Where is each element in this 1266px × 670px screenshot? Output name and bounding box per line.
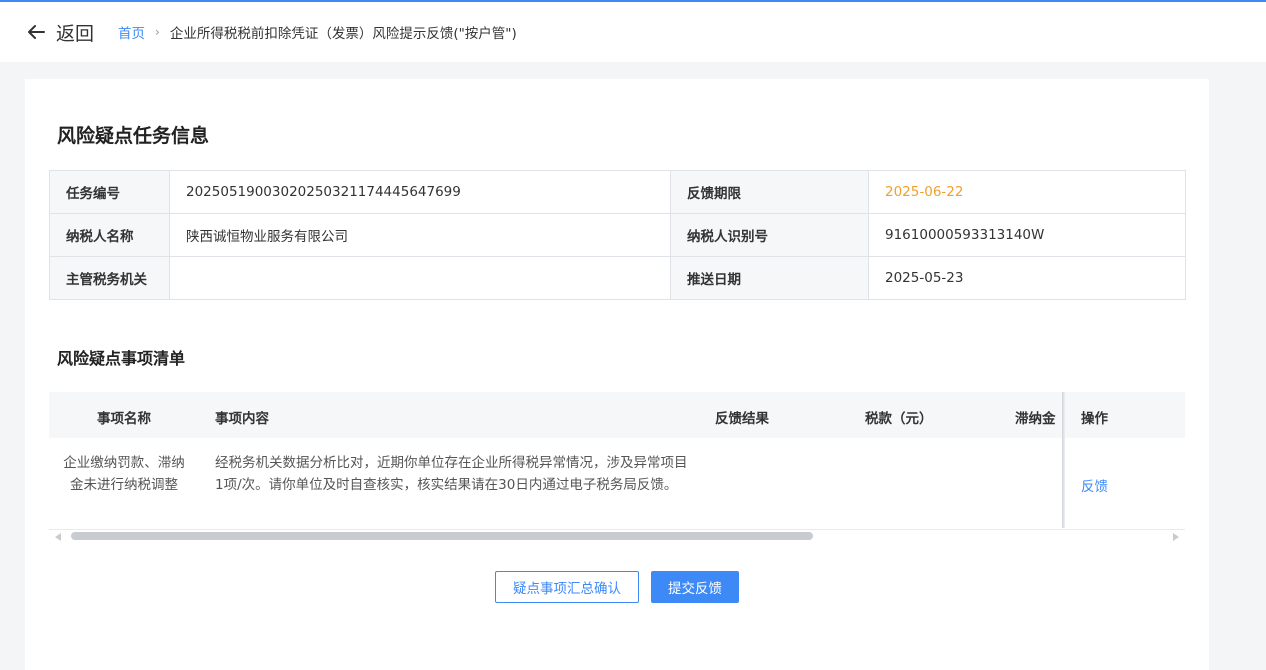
back-button[interactable]: 返回 (26, 19, 94, 46)
taxpayer-name-label: 纳税人名称 (49, 213, 170, 257)
arrow-left-icon (28, 25, 45, 39)
column-header-late-fee: 滞纳金 (1015, 411, 1056, 427)
scrollbar-thumb[interactable] (71, 532, 813, 540)
risk-list-title: 风险疑点事项清单 (57, 349, 186, 368)
table-row: 纳税人名称 陕西诚恒物业服务有限公司 纳税人识别号 91610000593313… (49, 213, 1186, 257)
taxpayer-name-value: 陕西诚恒物业服务有限公司 (169, 213, 671, 257)
breadcrumb-home[interactable]: 首页 (118, 22, 145, 42)
back-label: 返回 (56, 22, 95, 45)
column-header-op: 操作 (1081, 411, 1108, 427)
deadline-label: 反馈期限 (670, 170, 869, 214)
risk-item-name: 企业缴纳罚款、滞纳金未进行纳税调整 (63, 455, 185, 493)
column-header-tax: 税款（元） (865, 411, 933, 427)
breadcrumb: 首页 › 企业所得税税前扣除凭证（发票）风险提示反馈("按户管") (118, 22, 517, 42)
tax-authority-label: 主管税务机关 (49, 256, 170, 300)
horizontal-scrollbar[interactable] (49, 529, 1185, 543)
scroll-left-arrow-icon[interactable] (55, 533, 61, 541)
column-header-content: 事项内容 (215, 411, 269, 427)
task-info-title: 风险疑点任务信息 (57, 125, 210, 147)
breadcrumb-current: 企业所得税税前扣除凭证（发票）风险提示反馈("按户管") (169, 26, 517, 42)
column-header-name: 事项名称 (97, 411, 151, 427)
taxpayer-id-label: 纳税人识别号 (670, 213, 869, 257)
task-info-table: 任务编号 20250519003020250321174445647699 反馈… (49, 170, 1186, 300)
push-date-label: 推送日期 (670, 256, 869, 300)
table-row: 企业缴纳罚款、滞纳金未进行纳税调整 经税务机关数据分析比对，近期你单位存在企业所… (49, 438, 1185, 530)
page-header: 返回 首页 › 企业所得税税前扣除凭证（发票）风险提示反馈("按户管") (0, 2, 1266, 62)
scroll-right-arrow-icon[interactable] (1173, 533, 1179, 541)
fixed-column-divider (1062, 392, 1065, 528)
confirm-summary-button[interactable]: 疑点事项汇总确认 (495, 571, 639, 603)
risk-list-table: 事项名称 事项内容 反馈结果 税款（元） 滞纳金 操作 企业缴纳罚款、滞纳金未进… (49, 392, 1185, 538)
feedback-link[interactable]: 反馈 (1081, 475, 1108, 495)
push-date-value: 2025-05-23 (868, 256, 1186, 300)
task-no-value: 20250519003020250321174445647699 (169, 170, 671, 214)
tax-authority-value (169, 256, 671, 300)
breadcrumb-separator-icon: › (155, 25, 160, 39)
column-header-result: 反馈结果 (715, 411, 769, 427)
submit-feedback-button[interactable]: 提交反馈 (651, 571, 739, 603)
main-card: 风险疑点任务信息 任务编号 20250519003020250321174445… (25, 79, 1209, 670)
table-row: 主管税务机关 推送日期 2025-05-23 (49, 256, 1186, 300)
deadline-value: 2025-06-22 (868, 170, 1186, 214)
taxpayer-id-value: 91610000593313140W (868, 213, 1186, 257)
task-no-label: 任务编号 (49, 170, 170, 214)
risk-list-header: 事项名称 事项内容 反馈结果 税款（元） 滞纳金 操作 (49, 392, 1185, 438)
table-row: 任务编号 20250519003020250321174445647699 反馈… (49, 170, 1186, 214)
risk-item-content: 经税务机关数据分析比对，近期你单位存在企业所得税异常情况，涉及异常项目1项/次。… (215, 455, 688, 493)
